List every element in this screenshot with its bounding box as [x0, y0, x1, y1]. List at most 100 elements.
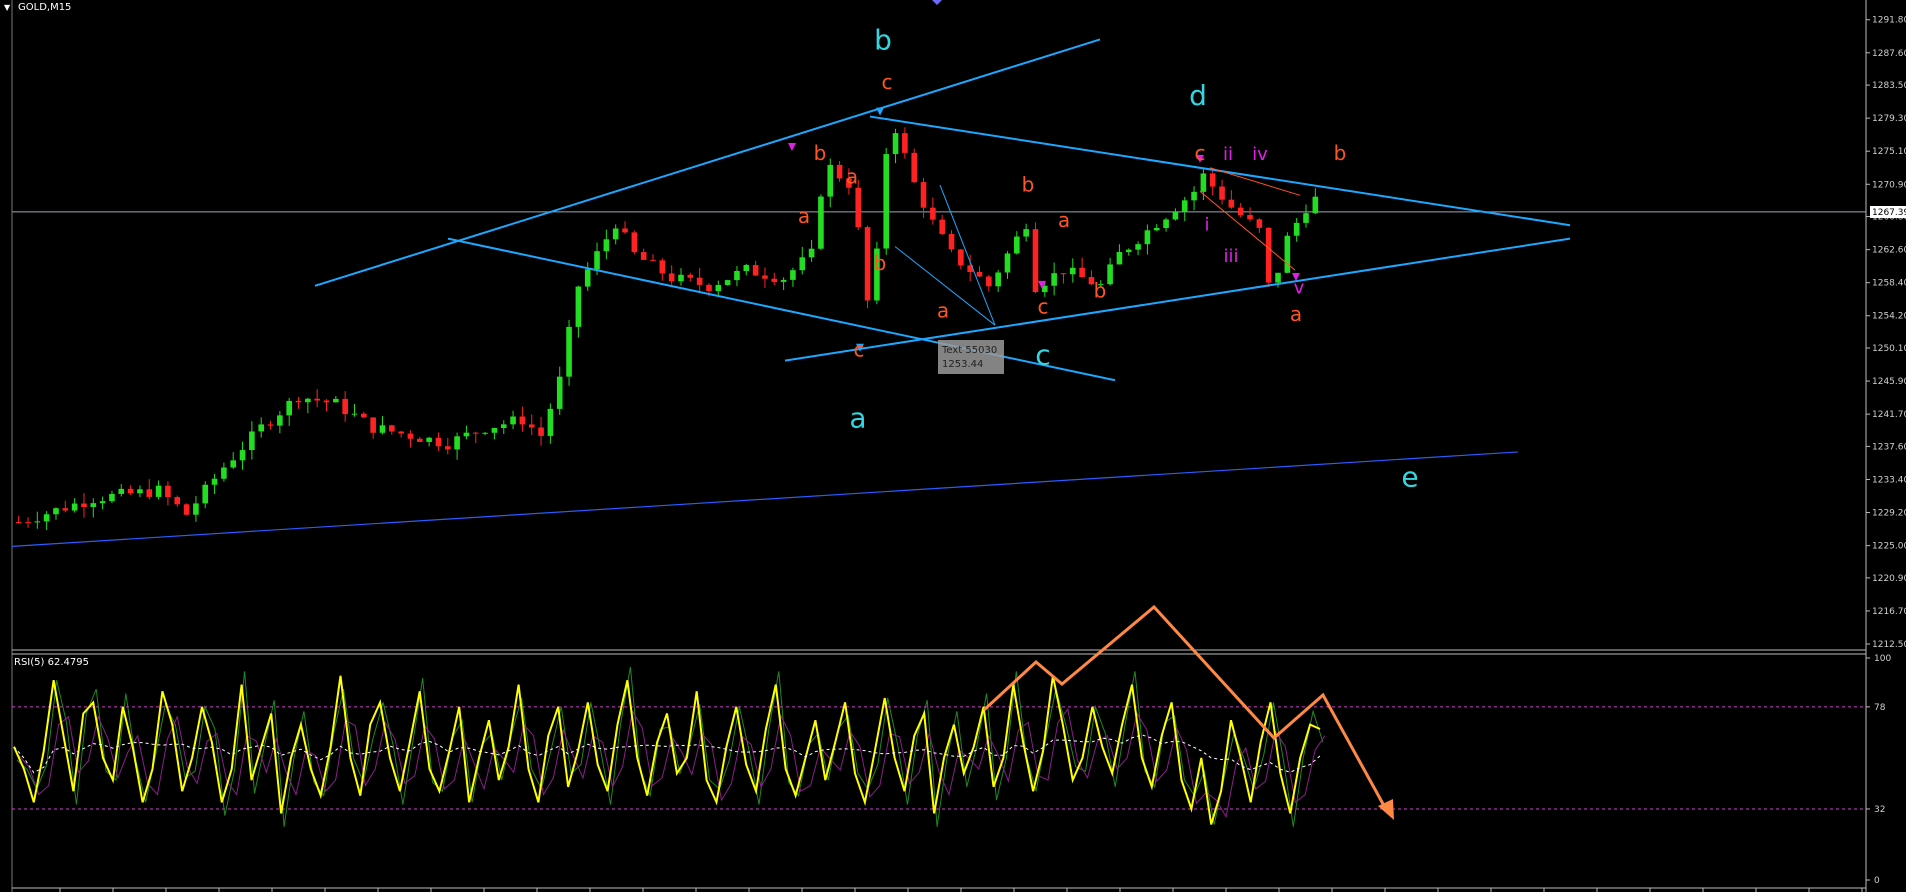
candle-body — [566, 326, 572, 377]
candle-body — [1144, 230, 1151, 245]
candle-body — [34, 521, 41, 523]
candle-body — [1303, 213, 1309, 223]
trendline[interactable] — [784, 237, 1571, 362]
price-tick-label: 1287.60 — [1872, 49, 1906, 59]
trendline[interactable] — [314, 38, 1101, 287]
candle-body — [463, 432, 470, 437]
wave-label: d — [1189, 79, 1207, 112]
candle-body — [81, 503, 87, 507]
candle-body — [351, 413, 358, 415]
trendline[interactable] — [11, 451, 1519, 547]
dropdown-icon[interactable]: ▼ — [4, 3, 11, 12]
candle-body — [1219, 186, 1225, 200]
candle-body — [118, 488, 125, 494]
candle-body — [426, 437, 432, 442]
candle-body — [389, 425, 395, 432]
candle-body — [986, 276, 992, 287]
rsi-ma-line — [13, 734, 1321, 774]
wave-label: a — [1290, 302, 1302, 326]
price-tick-label: 1262.60 — [1872, 246, 1906, 256]
candle-body — [790, 270, 796, 280]
price-tick-label: 1233.40 — [1872, 475, 1906, 485]
wave-label: iii — [1223, 246, 1238, 267]
candle-body — [1135, 244, 1141, 250]
candle-body — [612, 228, 619, 240]
tooltip-line2: 1253.44 — [942, 359, 983, 370]
candle-body — [827, 164, 834, 197]
candle-body — [1172, 211, 1179, 220]
candle-body — [995, 272, 1001, 287]
candle-body — [1191, 191, 1197, 201]
price-tick-label: 1229.20 — [1872, 509, 1906, 519]
candles-layer — [15, 127, 1319, 530]
price-tick-label: 1250.10 — [1872, 344, 1906, 354]
wave-label: b — [874, 24, 892, 57]
price-tick-label: 1254.20 — [1872, 312, 1906, 322]
candle-body — [696, 277, 703, 285]
candle-body — [668, 273, 675, 282]
wave-label: c — [854, 338, 865, 362]
candle-body — [323, 400, 330, 403]
candle-body — [640, 252, 647, 260]
trendline[interactable] — [1199, 190, 1296, 271]
candle-body — [295, 400, 302, 403]
candle-body — [724, 280, 731, 286]
candle-body — [631, 232, 638, 253]
candle-body — [958, 249, 964, 266]
candle-body — [743, 265, 750, 271]
wave-label: b — [1094, 279, 1107, 303]
candle-body — [836, 164, 843, 179]
price-tick-label: 1283.50 — [1872, 81, 1906, 91]
wave-label: iv — [1252, 144, 1268, 165]
candle-body — [398, 431, 404, 434]
candle-body — [109, 493, 115, 502]
price-tick-label: 1291.80 — [1872, 16, 1906, 26]
candle-body — [407, 433, 414, 439]
candle-body — [911, 152, 918, 183]
candle-body — [678, 274, 684, 282]
wave-label: i — [1204, 215, 1209, 236]
candle-body — [1284, 235, 1291, 273]
chart-canvas: bdcaecbaabcabacbc baii iviiiiv 1291.801287… — [4, 0, 1906, 892]
trendline[interactable] — [447, 237, 1116, 382]
candle-body — [594, 251, 600, 270]
candle-body — [62, 508, 69, 511]
candle-body — [99, 501, 106, 504]
candle-body — [706, 284, 712, 292]
candle-body — [1107, 264, 1113, 285]
rsi-label: RSI(5) 62.4795 — [14, 657, 89, 668]
candle-body — [15, 521, 22, 523]
candle-body — [948, 234, 955, 250]
candle-body — [659, 260, 666, 274]
wave-label: b — [1334, 141, 1347, 165]
candle-body — [771, 278, 778, 282]
candle-body — [734, 270, 740, 281]
candle-body — [342, 398, 348, 415]
candle-body — [286, 400, 292, 416]
candle-body — [211, 478, 218, 485]
wave-label: c — [1195, 141, 1206, 165]
candle-body — [314, 398, 320, 401]
candle-body — [1051, 273, 1057, 286]
candle-body — [1312, 196, 1319, 214]
candle-body — [1181, 200, 1188, 212]
wave-label: v — [1294, 278, 1305, 299]
price-tick-label: 1275.10 — [1872, 147, 1906, 157]
candle-body — [53, 508, 59, 515]
candle-body — [249, 431, 255, 451]
price-tick-label: 1220.90 — [1872, 574, 1906, 584]
candle-body — [799, 257, 806, 271]
candle-body — [1275, 272, 1281, 283]
candle-body — [305, 398, 311, 403]
candle-body — [1116, 252, 1123, 265]
candle-body — [752, 265, 759, 276]
candle-body — [650, 259, 656, 261]
price-tick-label: 1237.60 — [1872, 442, 1906, 452]
scroll-marker-icon[interactable] — [932, 0, 942, 5]
candle-body — [1163, 219, 1169, 229]
candle-body — [538, 427, 544, 436]
candle-body — [1209, 173, 1216, 187]
candle-body — [267, 424, 274, 426]
price-tick-label: 1258.40 — [1872, 279, 1906, 289]
candle-body — [892, 133, 899, 155]
